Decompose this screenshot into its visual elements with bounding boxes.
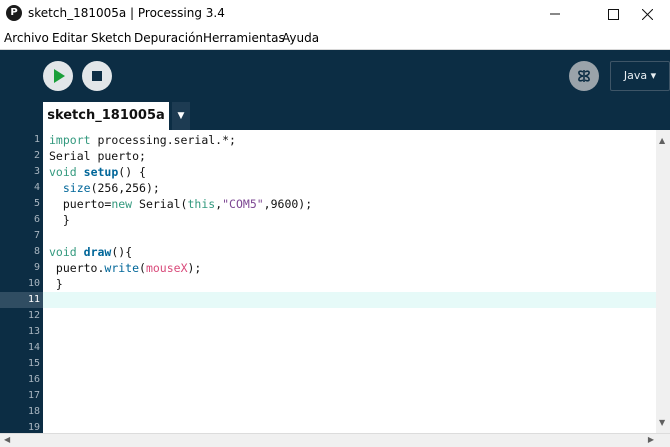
line-number: 10: [27, 278, 40, 289]
line-number: 12: [27, 310, 40, 321]
code-token: (256,256);: [90, 181, 160, 195]
code-token: () {: [118, 165, 146, 179]
code-line[interactable]: puerto=new Serial(this,"COM5",9600);: [49, 196, 312, 212]
code-token: draw: [83, 245, 112, 259]
debugger-button[interactable]: [569, 61, 599, 91]
line-number: 13: [27, 326, 40, 337]
mode-selector[interactable]: Java ▾: [610, 61, 670, 91]
window-title: sketch_181005a | Processing 3.4: [28, 6, 225, 20]
code-line[interactable]: Serial puerto;: [49, 148, 146, 164]
code-token: new: [111, 197, 133, 211]
scroll-down-icon[interactable]: ▼: [659, 418, 665, 427]
triangle-down-icon: ▼: [177, 111, 185, 121]
menu-sketch[interactable]: Sketch: [91, 31, 131, 45]
code-token: (: [139, 261, 146, 275]
code-line[interactable]: }: [49, 276, 63, 292]
code-token: }: [49, 213, 70, 227]
butterfly-debug-icon: [578, 70, 590, 82]
code-line[interactable]: void draw(){: [49, 244, 132, 260]
code-token: ,9600);: [263, 197, 313, 211]
line-number: 15: [27, 358, 40, 369]
tab-bar: sketch_181005a ▼: [0, 102, 670, 130]
menu-depuracion[interactable]: Depuración: [134, 31, 203, 45]
line-number: 2: [33, 150, 40, 161]
code-token: import: [49, 133, 91, 147]
line-number: 6: [33, 214, 40, 225]
vertical-scrollbar[interactable]: ▲ ▼: [656, 130, 670, 433]
line-number: 19: [27, 422, 40, 433]
code-token: processing.serial.*;: [90, 133, 236, 147]
code-token: "COM5": [222, 197, 264, 211]
line-number: 7: [33, 230, 40, 241]
close-icon: [641, 8, 653, 20]
line-number: 5: [33, 198, 40, 209]
code-line[interactable]: puerto.write(mouseX);: [49, 260, 201, 276]
code-token: }: [49, 277, 63, 291]
toolbar: Java ▾: [0, 50, 670, 102]
minimize-icon: [550, 13, 560, 15]
minimize-button[interactable]: [532, 0, 578, 28]
run-button[interactable]: [43, 61, 73, 91]
scroll-right-icon[interactable]: ▶: [648, 435, 654, 444]
code-line[interactable]: void setup() {: [49, 164, 146, 180]
code-token: setup: [83, 165, 119, 179]
title-bar: P sketch_181005a | Processing 3.4: [0, 0, 670, 28]
line-number: 14: [27, 342, 40, 353]
close-button[interactable]: [624, 0, 670, 28]
code-token: size: [62, 181, 91, 195]
processing-logo-icon: P: [6, 5, 22, 21]
line-number: 18: [27, 406, 40, 417]
code-line[interactable]: import processing.serial.*;: [49, 132, 236, 148]
menu-editar[interactable]: Editar: [52, 31, 88, 45]
code-token: void: [49, 165, 77, 179]
menu-bar: Archivo Editar Sketch Depuración Herrami…: [0, 28, 670, 50]
code-token: Serial puerto;: [49, 149, 146, 163]
code-line[interactable]: }: [49, 212, 70, 228]
maximize-icon: [607, 8, 619, 20]
line-number: 8: [33, 246, 40, 257]
code-token: puerto.: [49, 261, 105, 275]
line-number: 9: [33, 262, 40, 273]
code-token: void: [49, 245, 77, 259]
line-number-gutter: 1 2 3 4 5 6 7 8 9 10 11 12 13 14 15 16 17 18 19: [0, 130, 43, 433]
code-token: );: [187, 261, 202, 275]
code-editor[interactable]: import processing.serial.*; Serial puerto…: [43, 130, 656, 433]
stop-button[interactable]: [82, 61, 112, 91]
scroll-up-icon[interactable]: ▲: [659, 136, 665, 145]
code-line[interactable]: size(256,256);: [49, 180, 160, 196]
menu-herramientas[interactable]: Herramientas: [203, 31, 285, 45]
horizontal-scrollbar[interactable]: ◀ ▶: [0, 433, 670, 447]
menu-ayuda[interactable]: Ayuda: [282, 31, 319, 45]
code-token: this: [187, 197, 216, 211]
stop-icon: [92, 71, 102, 81]
line-number: 17: [27, 390, 40, 401]
code-token: Serial(: [132, 197, 188, 211]
tab-menu-button[interactable]: ▼: [172, 102, 190, 130]
code-token: write: [104, 261, 140, 275]
current-line-highlight: [43, 292, 656, 308]
scroll-left-icon[interactable]: ◀: [4, 435, 10, 444]
line-number: 1: [33, 134, 40, 145]
line-number: 3: [33, 166, 40, 177]
play-icon: [54, 69, 65, 83]
line-number: 4: [33, 182, 40, 193]
line-number: 11: [27, 294, 40, 305]
code-token: mouseX: [145, 261, 188, 275]
code-token: (){: [111, 245, 133, 259]
line-number: 16: [27, 374, 40, 385]
menu-archivo[interactable]: Archivo: [4, 31, 49, 45]
tab-sketch[interactable]: sketch_181005a: [43, 102, 169, 130]
code-token: puerto=: [49, 197, 112, 211]
